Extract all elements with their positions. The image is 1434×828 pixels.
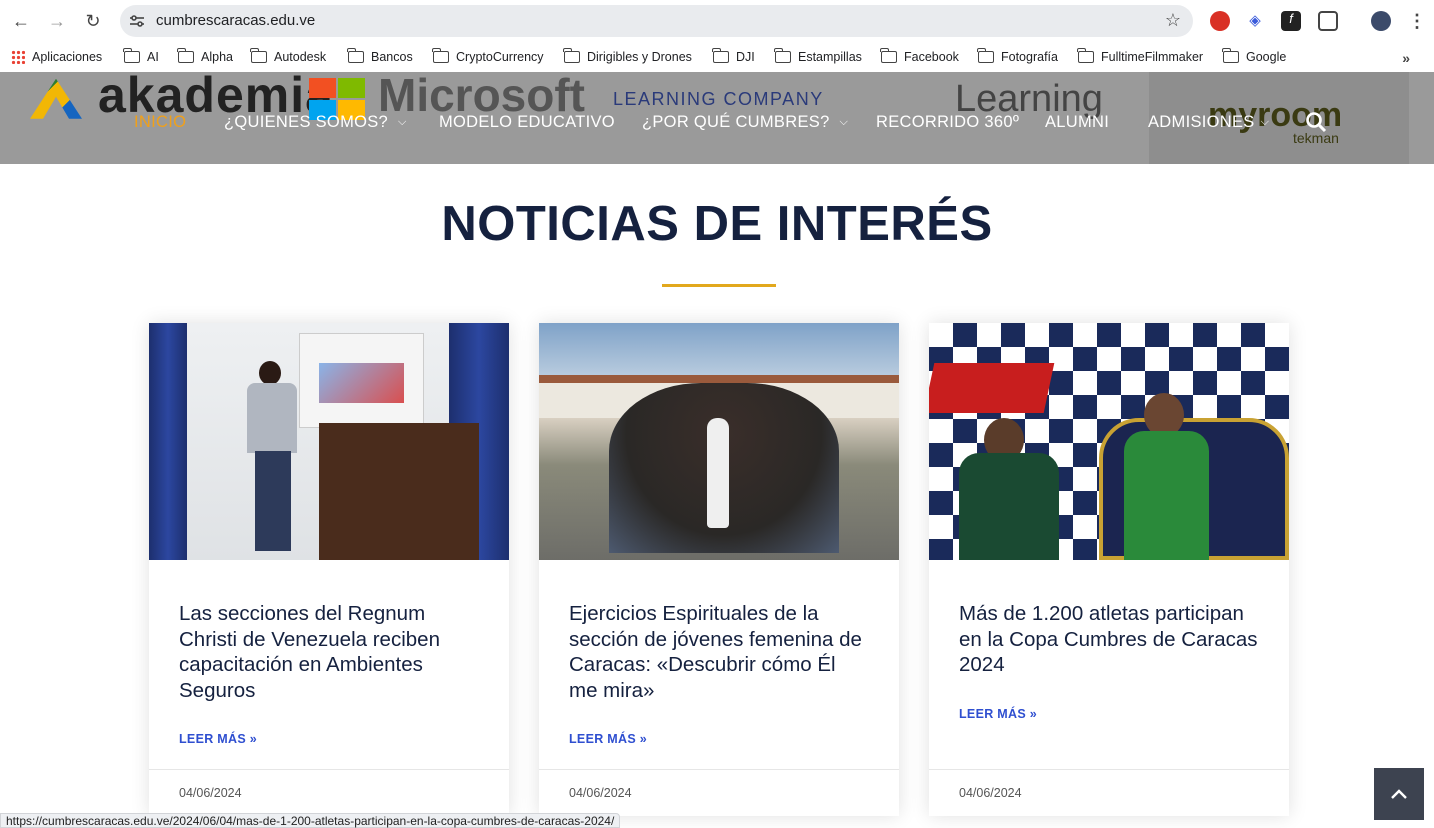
news-image[interactable] <box>539 323 899 560</box>
extension-formula-icon[interactable]: f <box>1281 11 1301 31</box>
link-status-bar: https://cumbrescaracas.edu.ve/2024/06/04… <box>0 813 621 828</box>
menu-dots-icon[interactable]: ⋮ <box>1406 10 1428 32</box>
folder-icon <box>1222 48 1239 63</box>
reload-icon[interactable]: ↻ <box>82 10 104 32</box>
menu-item-recorrido-360[interactable]: RECORRIDO 360º <box>876 113 1019 132</box>
folder-icon <box>712 48 729 63</box>
bookmark-folder[interactable]: Fotografía <box>977 48 1058 64</box>
back-icon[interactable]: ← <box>10 10 32 32</box>
site-header: akademia Microsoft LEARNING COMPANY Lear… <box>0 72 1434 164</box>
folder-icon <box>123 48 140 63</box>
bookmark-apps[interactable]: Aplicaciones <box>11 50 102 64</box>
menu-item-alumni[interactable]: ALUMNI <box>1045 113 1109 132</box>
folder-icon <box>432 48 449 63</box>
bookmark-folder[interactable]: Google <box>1222 48 1286 64</box>
apps-grid-icon <box>11 50 25 64</box>
news-headline[interactable]: Ejercicios Espirituales de la sección de… <box>569 601 869 703</box>
menu-item-admisiones[interactable]: ADMISIONES ⌵ <box>1148 113 1269 132</box>
section-title: NOTICIAS DE INTERÉS <box>441 197 993 251</box>
card-divider <box>539 769 899 770</box>
chevron-down-icon: ⌵ <box>398 116 407 128</box>
read-more-link[interactable]: LEER MÁS » <box>959 707 1037 721</box>
chevron-up-icon <box>1391 789 1407 799</box>
bookmark-folder[interactable]: Estampillas <box>774 48 862 64</box>
bookmark-folder[interactable]: Alpha <box>177 48 233 64</box>
bookmark-folder[interactable]: Dirigibles y Drones <box>563 48 692 64</box>
search-icon[interactable] <box>1305 111 1327 133</box>
folder-icon <box>563 48 580 63</box>
forward-icon[interactable]: → <box>46 10 68 32</box>
site-settings-icon[interactable] <box>128 12 146 30</box>
news-image[interactable] <box>149 323 509 560</box>
news-card[interactable]: Ejercicios Espirituales de la sección de… <box>539 323 899 816</box>
address-bar[interactable]: cumbrescaracas.edu.ve ☆ <box>120 5 1193 37</box>
chevron-down-icon: ⌵ <box>839 116 849 128</box>
menu-item-por-que-cumbres[interactable]: ¿POR QUÉ CUMBRES? ⌵ <box>642 113 848 132</box>
menu-item-quienes-somos[interactable]: ¿QUIENES SOMOS? ⌵ <box>224 113 407 132</box>
card-divider <box>929 769 1289 770</box>
news-card[interactable]: Más de 1.200 atletas participan en la Co… <box>929 323 1289 816</box>
bookmark-folder[interactable]: AI <box>123 48 159 64</box>
folder-icon <box>177 48 194 63</box>
back-to-top-button[interactable] <box>1374 768 1424 820</box>
read-more-link[interactable]: LEER MÁS » <box>569 732 647 746</box>
news-date: 04/06/2024 <box>179 786 242 800</box>
bookmark-folder[interactable]: CryptoCurrency <box>432 48 544 64</box>
extension-tag-icon[interactable]: ◈ <box>1245 11 1265 31</box>
menu-item-modelo-educativo[interactable]: MODELO EDUCATIVO <box>439 113 615 132</box>
more-bookmarks-icon[interactable]: » <box>1402 50 1410 66</box>
card-divider <box>149 769 509 770</box>
browser-toolbar: ← → ↻ cumbrescaracas.edu.ve ☆ ◈ f ⋮ <box>0 0 1434 42</box>
folder-icon <box>977 48 994 63</box>
menu-item-inicio[interactable]: INICIO <box>134 113 186 132</box>
bookmarks-bar: Aplicaciones AI Alpha Autodesk Bancos Cr… <box>0 42 1434 72</box>
news-image[interactable] <box>929 323 1289 560</box>
extension-red-icon[interactable] <box>1210 11 1230 31</box>
bookmark-folder[interactable]: Bancos <box>347 48 413 64</box>
folder-icon <box>1077 48 1094 63</box>
folder-icon <box>347 48 364 63</box>
bookmark-star-icon[interactable]: ☆ <box>1165 10 1181 31</box>
folder-icon <box>250 48 267 63</box>
chevron-down-icon: ⌵ <box>1260 116 1270 128</box>
folder-icon <box>774 48 791 63</box>
bookmark-folder[interactable]: FulltimeFilmmaker <box>1077 48 1203 64</box>
folder-icon <box>880 48 897 63</box>
news-date: 04/06/2024 <box>569 786 632 800</box>
main-menu: INICIO ¿QUIENES SOMOS? ⌵ MODELO EDUCATIVO… <box>0 111 1434 135</box>
news-headline[interactable]: Más de 1.200 atletas participan en la Co… <box>959 601 1259 678</box>
bookmark-folder[interactable]: Autodesk <box>250 48 326 64</box>
bookmark-folder[interactable]: Facebook <box>880 48 959 64</box>
learning-company-logo: LEARNING COMPANY <box>613 89 824 109</box>
news-headline[interactable]: Las secciones del Regnum Christi de Vene… <box>179 601 479 703</box>
news-card[interactable]: Las secciones del Regnum Christi de Vene… <box>149 323 509 816</box>
title-underline <box>662 284 776 287</box>
bookmark-folder[interactable]: DJI <box>712 48 755 64</box>
url-text: cumbrescaracas.edu.ve <box>156 12 316 29</box>
extensions-puzzle-icon[interactable] <box>1318 11 1338 31</box>
read-more-link[interactable]: LEER MÁS » <box>179 732 257 746</box>
news-date: 04/06/2024 <box>959 786 1022 800</box>
profile-avatar[interactable] <box>1371 11 1391 31</box>
